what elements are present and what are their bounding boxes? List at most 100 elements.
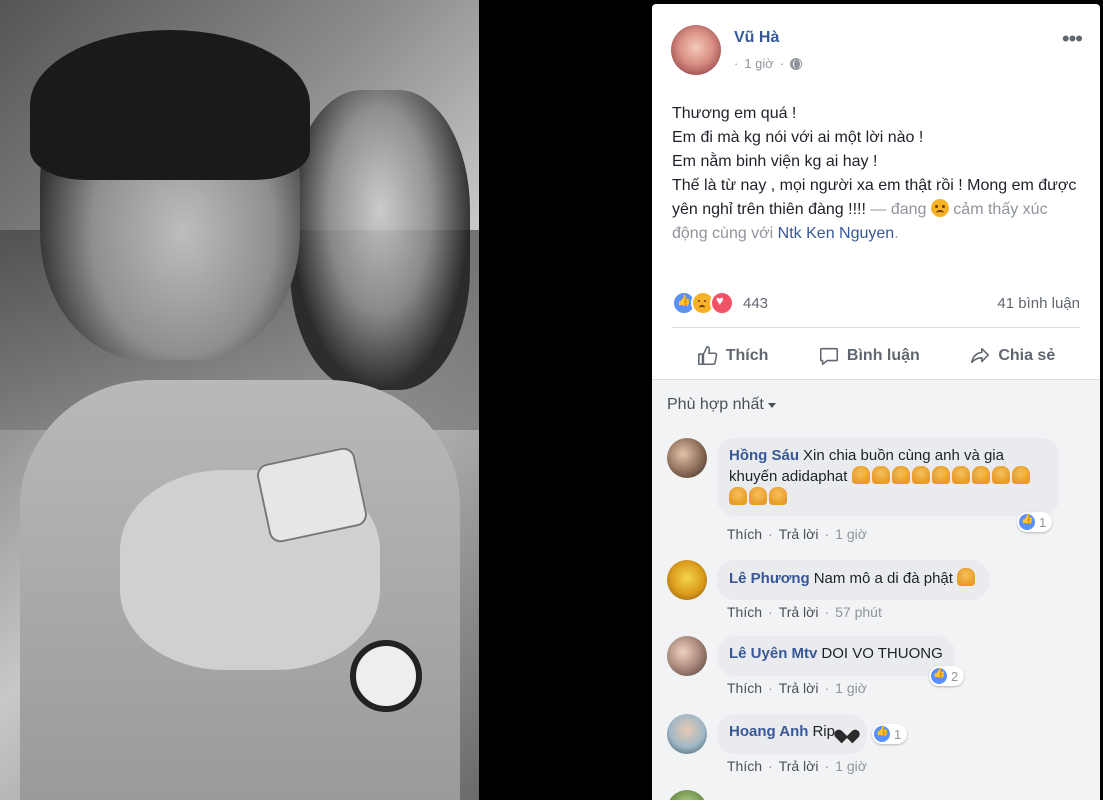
comment-item: Hồng Sáu Xin chia buồn cùng anh và gia kh… <box>667 438 1085 548</box>
globe-icon[interactable] <box>790 57 803 70</box>
like-button[interactable]: Thích <box>697 345 769 367</box>
comment-actions: Thích · Trả lời · 57 phút <box>727 604 882 620</box>
pray-emoji-icon <box>871 466 890 484</box>
pray-emoji-icon <box>729 487 747 505</box>
sort-label: Phù hợp nhất <box>667 396 764 413</box>
feeling-prefix: — đang <box>865 201 931 218</box>
black-heart-icon <box>839 724 855 738</box>
pray-emoji-icon <box>971 466 990 484</box>
comment-time[interactable]: 1 giờ <box>835 758 867 774</box>
comment-actions: Thích · Trả lời · 1 giờ <box>727 680 867 696</box>
comment-text: DOI VO THUONG <box>821 645 943 662</box>
comment-reply-link[interactable]: Trả lời <box>779 680 819 696</box>
author-name[interactable]: Vũ Hà <box>734 29 779 47</box>
pray-emoji-icon <box>957 568 976 586</box>
commenter-avatar[interactable] <box>667 790 707 800</box>
reaction-count[interactable]: 443 <box>743 295 768 312</box>
photo-watch <box>350 640 422 712</box>
comment-like-link[interactable]: Thích <box>727 526 762 542</box>
share-button[interactable]: Chia sẻ <box>969 345 1055 367</box>
pray-emoji-icon <box>769 487 787 505</box>
comment-reactions[interactable]: 2 <box>929 666 965 686</box>
like-label: Thích <box>725 347 769 364</box>
pray-emoji-icon <box>891 466 910 484</box>
comment-bubble: Lê Phương Nam mô a di đà phật <box>717 560 990 600</box>
commenter-avatar[interactable] <box>667 636 707 676</box>
comment-time[interactable]: 57 phút <box>835 604 882 620</box>
comment-reactions[interactable]: 1 <box>1017 512 1053 532</box>
post-time[interactable]: 1 giờ <box>744 56 774 71</box>
comment-reply-link[interactable]: Trả lời <box>779 526 819 542</box>
comment-time[interactable]: 1 giờ <box>835 526 867 542</box>
more-options-icon[interactable]: ••• <box>1062 26 1083 52</box>
comment-item: Lê Phương Nam mô a di đà phật Thích · Trả… <box>667 560 1085 620</box>
separator-dot: · <box>824 526 830 542</box>
comment-text: Rip <box>812 723 835 740</box>
comment-button[interactable]: Bình luận <box>818 345 920 367</box>
comment-reply-link[interactable]: Trả lời <box>779 758 819 774</box>
thumbs-up-icon <box>697 346 718 366</box>
comment-reactions[interactable]: 1 <box>872 724 908 744</box>
caret-down-icon <box>767 402 776 408</box>
post-line: Em nằm binh viện kg ai hay ! <box>672 153 878 170</box>
pray-emoji-icon <box>851 466 870 484</box>
post-photo[interactable] <box>0 0 479 800</box>
separator-dot: · <box>824 758 830 774</box>
comment-actions: Thích · Trả lời · 1 giờ <box>727 526 867 542</box>
tagged-person-link[interactable]: Ntk Ken Nguyen <box>778 225 895 242</box>
comment-like-link[interactable]: Thích <box>727 758 762 774</box>
separator-dot: · <box>824 604 830 620</box>
post-line: Em đi mà kg nói với ai một lời nào ! <box>672 129 924 146</box>
divider <box>672 327 1080 328</box>
post-header: Vũ Hà · 1 giờ · ••• <box>652 4 1100 84</box>
comment-reply-link[interactable]: Trả lời <box>779 604 819 620</box>
comment-sort-dropdown[interactable]: Phù hợp nhất <box>667 396 776 414</box>
commenter-avatar[interactable] <box>667 714 707 754</box>
comment-like-count: 1 <box>1039 514 1047 530</box>
comment-time[interactable]: 1 giờ <box>835 680 867 696</box>
post-side-panel: Vũ Hà · 1 giờ · ••• Thương em quá ! Em đ… <box>652 4 1100 800</box>
love-reaction-icon <box>710 291 734 315</box>
comment-bubble: Lê Uyên Mtv DOI VO THUONG <box>717 636 955 676</box>
share-label: Chia sẻ <box>998 347 1056 364</box>
commenter-name[interactable]: Lê Phương <box>729 570 810 587</box>
share-arrow-icon <box>971 347 990 364</box>
photo-background-person <box>290 90 470 390</box>
separator-dot: · <box>768 604 773 620</box>
comment-bubble: Hoang Anh Rip <box>717 714 868 754</box>
sad-emoji-icon <box>930 199 949 217</box>
commenter-name[interactable]: Hồng Sáu <box>729 447 799 464</box>
comment-like-link[interactable]: Thích <box>727 604 762 620</box>
commenter-avatar[interactable] <box>667 438 707 478</box>
comment-like-count: 1 <box>894 726 902 742</box>
comment-bubble-icon <box>819 347 838 366</box>
commenter-name[interactable]: Lê Uyên Mtv <box>729 645 817 662</box>
photo-subject-hair <box>30 30 310 180</box>
post-line: Thương em quá ! <box>672 105 797 122</box>
comment-like-link[interactable]: Thích <box>727 680 762 696</box>
pray-emoji-icon <box>991 466 1010 484</box>
separator-dot: · <box>768 680 773 696</box>
comments-section: Phù hợp nhất Hồng Sáu Xin chia buồn cùng … <box>652 380 1100 800</box>
commenter-avatar[interactable] <box>667 560 707 600</box>
comment-like-count: 2 <box>951 668 959 684</box>
separator-dot: · <box>768 526 773 542</box>
separator-dot: · <box>768 758 773 774</box>
pray-emoji-icon <box>911 466 930 484</box>
photo-viewer <box>0 0 652 800</box>
commenter-name[interactable]: Hoang Anh <box>729 723 808 740</box>
pray-emoji-icon <box>951 466 970 484</box>
author-avatar[interactable] <box>671 25 721 75</box>
comment-bubble: Hồng Sáu Xin chia buồn cùng anh và gia kh… <box>717 438 1059 516</box>
comment-text: Nam mô a di đà phật <box>813 570 953 587</box>
comment-count[interactable]: 41 bình luận <box>997 295 1080 312</box>
reaction-summary[interactable]: 443 <box>672 291 768 315</box>
post-actions: Thích Bình luận Chia sẻ <box>672 336 1080 376</box>
post-line-with-feeling: Thế là từ nay , mọi người xa em thật rồi… <box>672 174 1082 246</box>
pray-emoji-icon <box>749 487 767 505</box>
post-time-separator: · <box>734 56 739 71</box>
pray-emoji-icon <box>931 466 950 484</box>
like-reaction-icon <box>874 726 890 742</box>
like-reaction-icon <box>1019 514 1035 530</box>
pray-emoji-icon <box>1011 466 1030 484</box>
